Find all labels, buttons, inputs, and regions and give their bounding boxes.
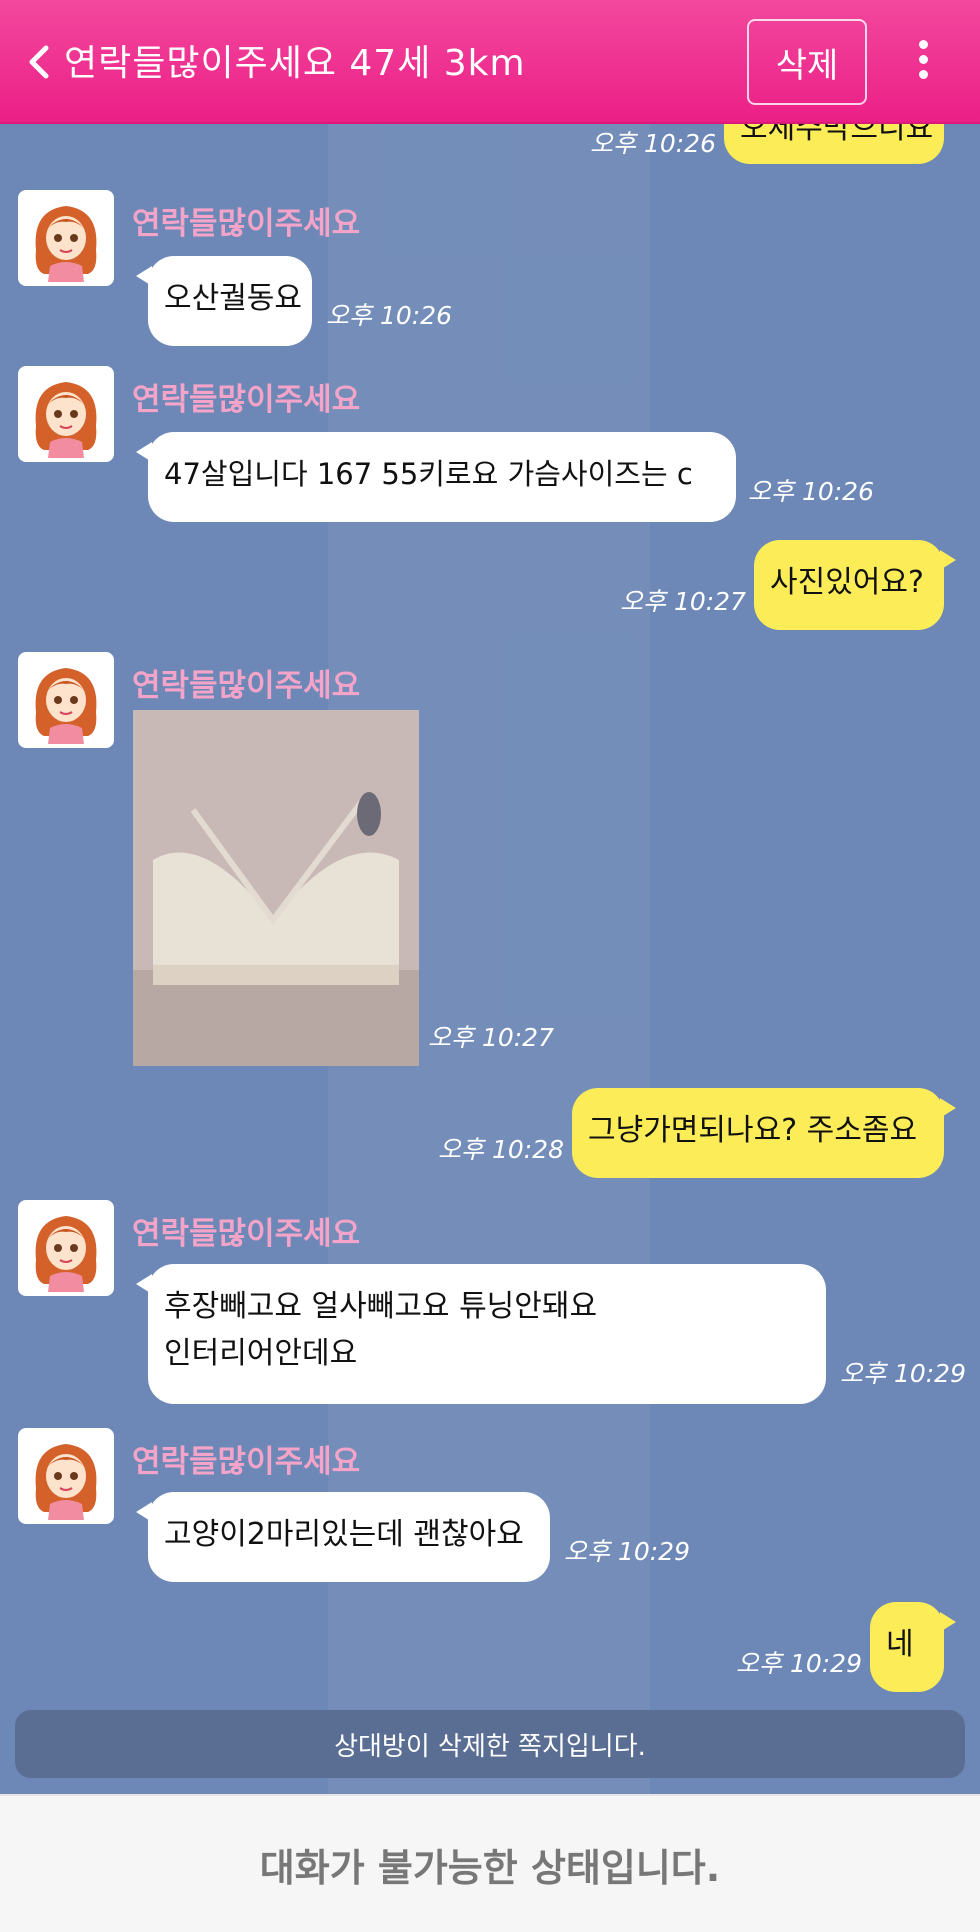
incoming-message-bubble: 후장빼고요 얼사빼고요 튜닝안돼요 인터리어안데요 — [136, 1264, 826, 1404]
avatar[interactable] — [18, 1200, 114, 1296]
outgoing-message-bubble: 오세주막으니요 — [724, 124, 944, 164]
avatar-girl-icon — [35, 206, 97, 282]
incoming-message-bubble: 고양이2마리있는데 괜찮아요 — [136, 1492, 550, 1582]
avatar-girl-icon — [35, 382, 97, 458]
message-time: 오후 10:29 — [736, 1649, 862, 1678]
chat-title: 연락들많이주세요 47세 3km — [64, 43, 526, 84]
message-time: 오후 10:28 — [438, 1135, 564, 1164]
avatar[interactable] — [18, 366, 114, 462]
avatar-girl-icon — [35, 1216, 97, 1292]
photo-image — [133, 710, 419, 1066]
message-text: 그냥가면되나요? 주소좀요 — [588, 1113, 918, 1148]
message-time: 오후 10:26 — [590, 129, 716, 158]
avatar[interactable] — [18, 190, 114, 286]
message-text: 인터리어안데요 — [164, 1335, 358, 1371]
message-text: 47살입니다 167 55키로요 가슴사이즈는 c — [164, 457, 693, 491]
sender-name: 연락들많이주세요 — [132, 668, 361, 704]
avatar[interactable] — [18, 1428, 114, 1524]
avatar-girl-icon — [35, 1444, 97, 1520]
sender-name: 연락들많이주세요 — [132, 206, 361, 242]
avatar-girl-icon — [35, 668, 97, 744]
more-options-icon[interactable] — [908, 40, 938, 84]
sender-name: 연락들많이주세요 — [132, 382, 361, 418]
message-text: 고양이2마리있는데 괜찮아요 — [164, 1517, 524, 1552]
message-text: 네 — [886, 1627, 914, 1662]
message-time: 오후 10:29 — [840, 1359, 966, 1388]
delete-button[interactable]: 삭제 — [747, 19, 867, 105]
message-time: 오후 10:26 — [748, 477, 874, 506]
attached-photo[interactable] — [133, 710, 419, 1066]
chat-area[interactable]: 오후 10:26 오세주막으니요 연락들많이주세요 오산궐동요 오후 10:26… — [0, 124, 980, 1794]
outgoing-message-bubble: 네 — [870, 1602, 956, 1692]
outgoing-message-bubble: 사진있어요? — [754, 540, 956, 630]
chat-unavailable-bar: 대화가 불가능한 상태입니다. — [0, 1794, 980, 1932]
message-time: 오후 10:27 — [428, 1023, 554, 1052]
top-bar: 연락들많이주세요 47세 3km 삭제 — [0, 0, 980, 124]
sender-name: 연락들많이주세요 — [132, 1216, 361, 1252]
message-time: 오후 10:27 — [620, 587, 746, 616]
sender-name: 연락들많이주세요 — [132, 1444, 361, 1480]
message-text: 오산궐동요 — [164, 281, 302, 316]
incoming-message-bubble: 오산궐동요 — [136, 256, 312, 346]
back-arrow-icon[interactable] — [26, 44, 50, 80]
message-text: 사진있어요? — [770, 565, 924, 600]
outgoing-message-bubble: 그냥가면되나요? 주소좀요 — [572, 1088, 956, 1178]
message-text: 후장빼고요 얼사빼고요 튜닝안돼요 — [164, 1289, 598, 1324]
deleted-message-notice: 상대방이 삭제한 쪽지입니다. — [15, 1710, 965, 1778]
message-time: 오후 10:29 — [564, 1537, 690, 1566]
avatar[interactable] — [18, 652, 114, 748]
message-text: 오세주막으니요 — [740, 124, 934, 146]
incoming-message-bubble: 47살입니다 167 55키로요 가슴사이즈는 c — [136, 432, 736, 522]
message-time: 오후 10:26 — [326, 301, 452, 330]
